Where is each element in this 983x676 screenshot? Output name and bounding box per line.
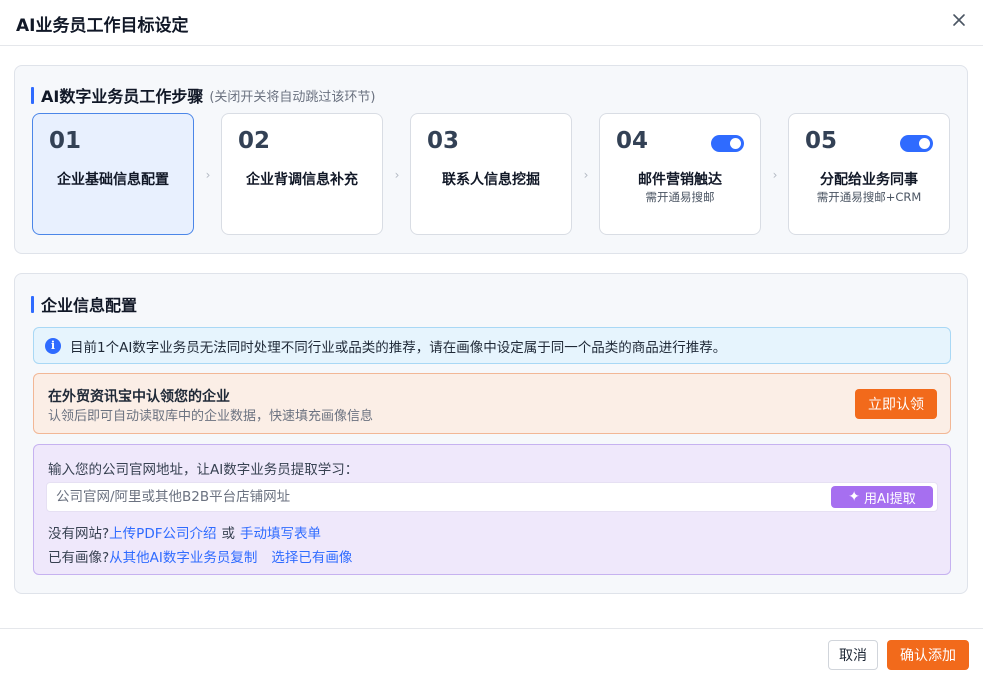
step-name: 企业背调信息补充 (246, 172, 358, 188)
step-name: 邮件营销触达 (638, 172, 722, 188)
website-url-input[interactable] (47, 483, 827, 511)
step-card-02[interactable]: 02 企业背调信息补充 (221, 113, 383, 235)
config-title: 企业信息配置 (41, 296, 138, 315)
ai-extract-label: 用AI提取 (864, 491, 916, 507)
toggle-knob (919, 138, 930, 149)
title-accent-bar (31, 295, 34, 313)
step-name: 联系人信息挖掘 (442, 172, 540, 188)
info-icon: i (45, 337, 61, 354)
has-profile-line: 已有画像? 从其他AI数字业务员复制 选择已有画像 (48, 546, 352, 566)
chevron-right-icon: › (205, 168, 211, 182)
ai-extract-button[interactable]: ✦ 用AI提取 (831, 486, 933, 508)
step-requirement: 需开通易搜邮 (645, 190, 715, 204)
claim-description: 认领后即可自动读取库中的企业数据，快速填充画像信息 (48, 409, 374, 424)
has-profile-label: 已有画像? (48, 550, 110, 566)
or-label: 或 (221, 526, 235, 542)
sparkle-icon: ✦ (848, 489, 860, 505)
chevron-right-icon: › (772, 168, 778, 182)
chevron-right-icon: › (394, 168, 400, 182)
toggle-knob (730, 138, 741, 149)
steps-panel: AI数字业务员工作步骤 (关闭开关将自动跳过该环节) 01 企业基础信息配置 ›… (14, 65, 968, 254)
claim-company-box: 在外贸资讯宝中认领您的企业 认领后即可自动读取库中的企业数据，快速填充画像信息 … (33, 373, 951, 434)
dialog-title: AI业务员工作目标设定 (16, 16, 189, 36)
confirm-add-button[interactable]: 确认添加 (887, 640, 969, 670)
dialog-footer: 取消 确认添加 (0, 628, 983, 676)
cancel-button[interactable]: 取消 (828, 640, 878, 670)
website-input-wrapper: ✦ 用AI提取 (46, 482, 938, 512)
manual-fill-link[interactable]: 手动填写表单 (240, 522, 321, 542)
steps-section-title: AI数字业务员工作步骤 (关闭开关将自动跳过该环节) (31, 83, 376, 107)
step-toggle-switch[interactable] (711, 135, 744, 152)
info-text: 目前1个AI数字业务员无法同时处理不同行业或品类的推荐，请在画像中设定属于同一个… (70, 339, 727, 356)
step-card-04[interactable]: 04 邮件营销触达 需开通易搜邮 (599, 113, 761, 235)
select-profile-link[interactable]: 选择已有画像 (271, 546, 352, 566)
close-icon[interactable] (947, 8, 971, 32)
step-card-03[interactable]: 03 联系人信息挖掘 (410, 113, 572, 235)
step-requirement: 需开通易搜邮+CRM (816, 190, 922, 204)
no-website-label: 没有网站? (48, 526, 110, 542)
no-website-line: 没有网站? 上传PDF公司介绍 或 手动填写表单 (48, 522, 321, 542)
claim-now-button[interactable]: 立即认领 (855, 389, 937, 419)
step-number: 03 (427, 128, 460, 154)
copy-from-agent-link[interactable]: 从其他AI数字业务员复制 (109, 546, 257, 566)
step-number: 04 (616, 128, 649, 154)
step-number: 05 (805, 128, 838, 154)
steps-hint: (关闭开关将自动跳过该环节) (209, 89, 376, 105)
step-card-05[interactable]: 05 分配给业务同事 需开通易搜邮+CRM (788, 113, 950, 235)
company-config-panel: 企业信息配置 i 目前1个AI数字业务员无法同时处理不同行业或品类的推荐，请在画… (14, 273, 968, 594)
website-learn-box: 输入您的公司官网地址，让AI数字业务员提取学习： ✦ 用AI提取 没有网站? 上… (33, 444, 951, 575)
info-notice: i 目前1个AI数字业务员无法同时处理不同行业或品类的推荐，请在画像中设定属于同… (33, 327, 951, 364)
step-name: 企业基础信息配置 (57, 172, 169, 188)
step-number: 01 (49, 128, 82, 154)
step-name: 分配给业务同事 (820, 172, 918, 188)
upload-pdf-link[interactable]: 上传PDF公司介绍 (109, 522, 216, 542)
claim-title: 在外贸资讯宝中认领您的企业 (48, 389, 230, 405)
chevron-right-icon: › (583, 168, 589, 182)
step-number: 02 (238, 128, 271, 154)
dialog-header: AI业务员工作目标设定 (0, 0, 983, 46)
steps-title: AI数字业务员工作步骤 (41, 87, 204, 106)
title-accent-bar (31, 86, 34, 104)
step-toggle-switch[interactable] (900, 135, 933, 152)
step-card-01[interactable]: 01 企业基础信息配置 (32, 113, 194, 235)
config-section-title: 企业信息配置 (31, 292, 137, 316)
website-prompt: 输入您的公司官网地址，让AI数字业务员提取学习： (48, 462, 359, 478)
